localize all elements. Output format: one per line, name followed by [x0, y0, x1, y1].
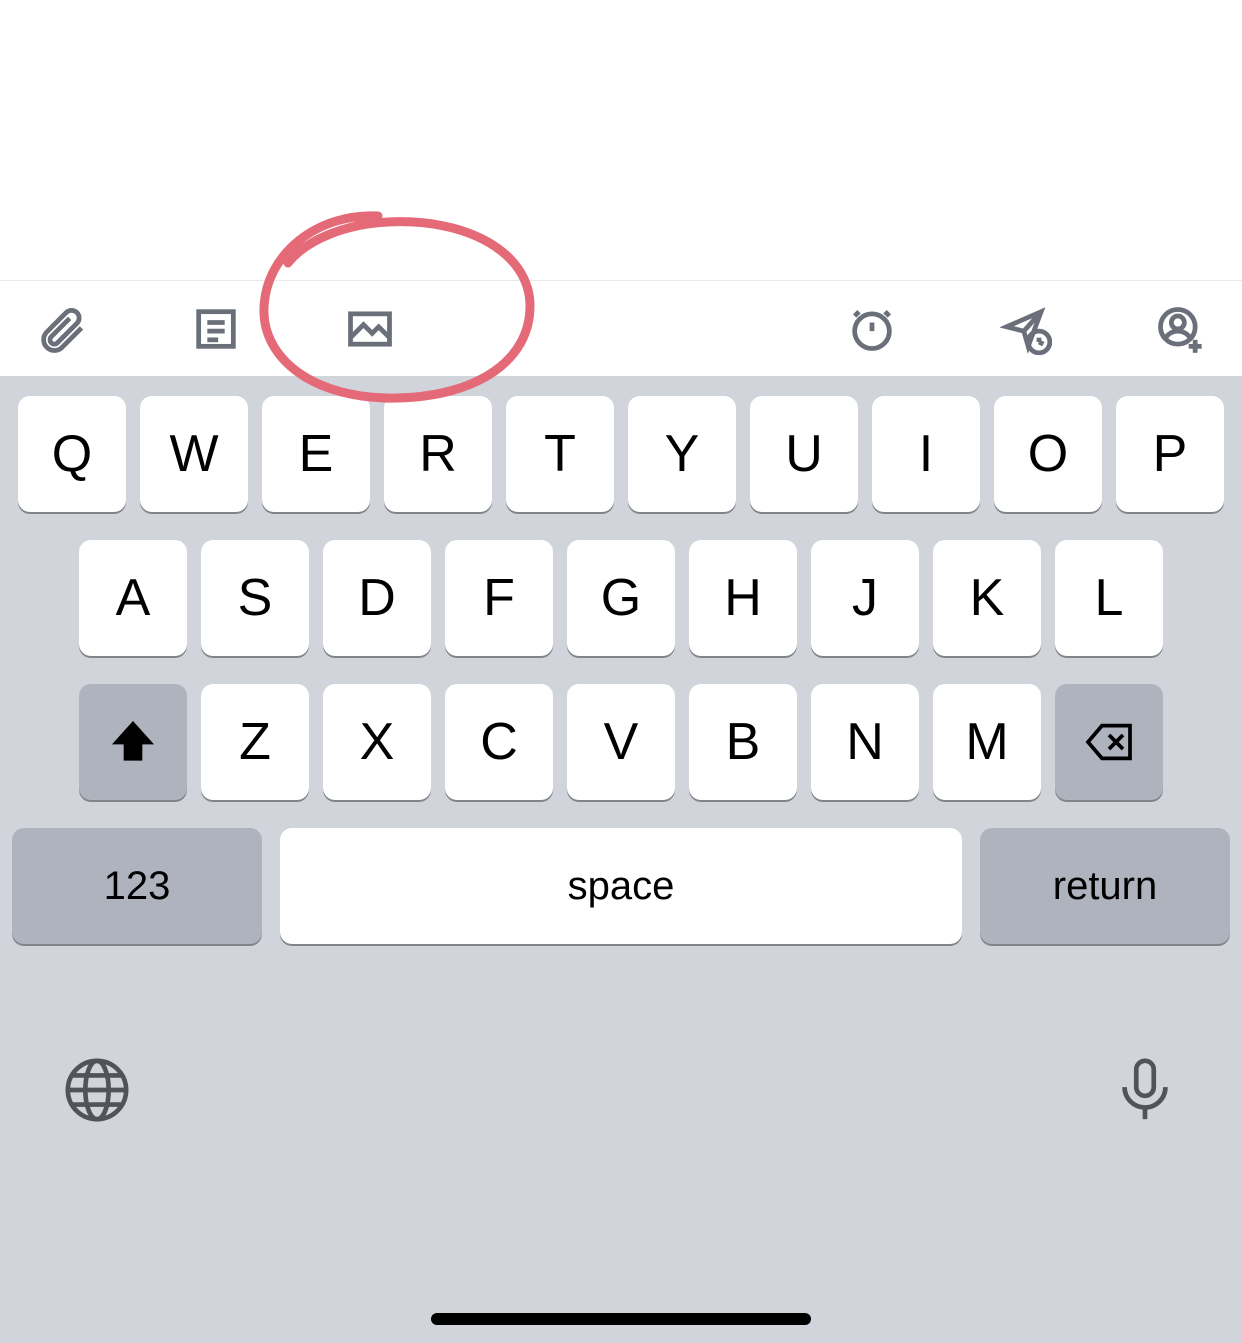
note-icon[interactable]	[184, 297, 248, 361]
keyboard-row-2: A S D F G H J K L	[12, 540, 1230, 656]
keyboard-row-1: Q W E R T Y U I O P	[12, 396, 1230, 512]
return-key[interactable]: return	[980, 828, 1230, 944]
shift-key[interactable]	[79, 684, 187, 800]
key-e[interactable]: E	[262, 396, 370, 512]
toolbar-right-group	[840, 297, 1212, 361]
schedule-send-icon[interactable]	[994, 297, 1058, 361]
key-o[interactable]: O	[994, 396, 1102, 512]
toolbar-left-group	[30, 297, 402, 361]
attachment-icon[interactable]	[30, 297, 94, 361]
key-d[interactable]: D	[323, 540, 431, 656]
key-m[interactable]: M	[933, 684, 1041, 800]
key-a[interactable]: A	[79, 540, 187, 656]
key-x[interactable]: X	[323, 684, 431, 800]
key-v[interactable]: V	[567, 684, 675, 800]
key-j[interactable]: J	[811, 540, 919, 656]
key-p[interactable]: P	[1116, 396, 1224, 512]
space-key[interactable]: space	[280, 828, 962, 944]
keyboard-row-4: 123 space return	[12, 828, 1230, 944]
key-s[interactable]: S	[201, 540, 309, 656]
key-c[interactable]: C	[445, 684, 553, 800]
compose-toolbar	[0, 280, 1242, 376]
key-g[interactable]: G	[567, 540, 675, 656]
ios-keyboard: Q W E R T Y U I O P A S D F G H J K L Z …	[0, 376, 1242, 1343]
key-w[interactable]: W	[140, 396, 248, 512]
key-b[interactable]: B	[689, 684, 797, 800]
globe-icon[interactable]	[62, 1055, 132, 1130]
timer-icon[interactable]	[840, 297, 904, 361]
keyboard-bottom-row	[12, 972, 1230, 1172]
home-indicator[interactable]	[431, 1313, 811, 1325]
key-u[interactable]: U	[750, 396, 858, 512]
content-area	[0, 0, 1242, 280]
key-h[interactable]: H	[689, 540, 797, 656]
numeric-key[interactable]: 123	[12, 828, 262, 944]
key-i[interactable]: I	[872, 396, 980, 512]
image-icon[interactable]	[338, 297, 402, 361]
keyboard-row-3: Z X C V B N M	[12, 684, 1230, 800]
key-q[interactable]: Q	[18, 396, 126, 512]
mic-icon[interactable]	[1110, 1055, 1180, 1130]
key-t[interactable]: T	[506, 396, 614, 512]
key-k[interactable]: K	[933, 540, 1041, 656]
key-z[interactable]: Z	[201, 684, 309, 800]
key-n[interactable]: N	[811, 684, 919, 800]
backspace-key[interactable]	[1055, 684, 1163, 800]
key-l[interactable]: L	[1055, 540, 1163, 656]
key-y[interactable]: Y	[628, 396, 736, 512]
key-f[interactable]: F	[445, 540, 553, 656]
add-contact-icon[interactable]	[1148, 297, 1212, 361]
key-r[interactable]: R	[384, 396, 492, 512]
